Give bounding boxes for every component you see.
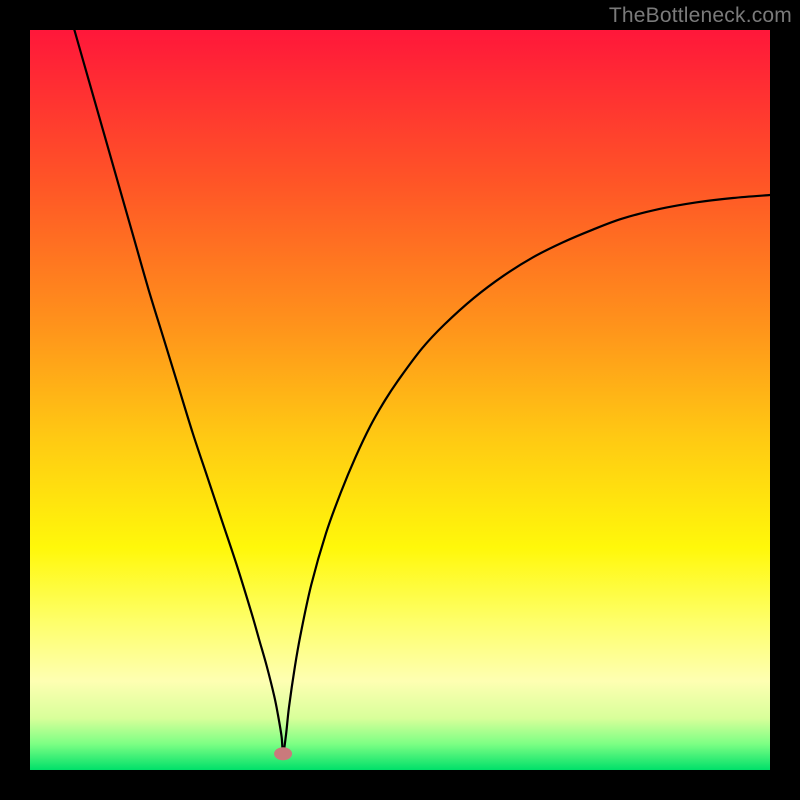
chart-background xyxy=(30,30,770,770)
cusp-marker xyxy=(274,747,292,760)
watermark-text: TheBottleneck.com xyxy=(609,4,792,28)
chart-frame xyxy=(30,30,770,770)
chart-plot xyxy=(30,30,770,770)
